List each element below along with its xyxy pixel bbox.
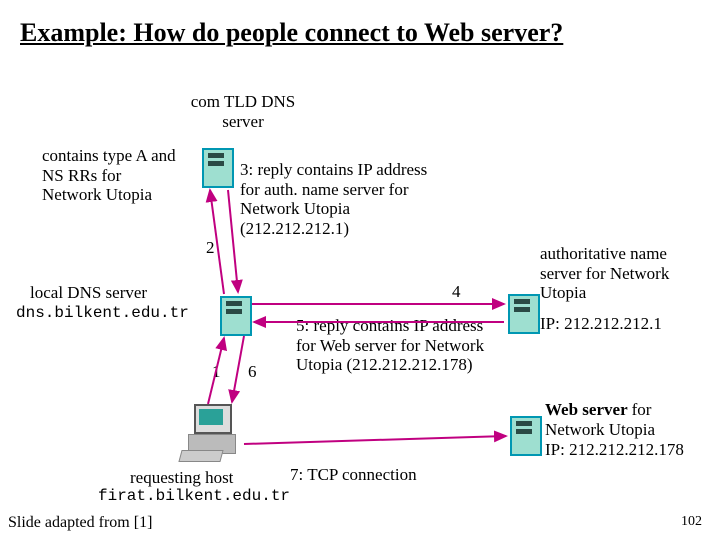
step6-num: 6 [248,362,257,382]
local-dns-icon [220,296,248,332]
step7-num: 7: [290,465,303,484]
req-host-label: requesting host [130,468,233,488]
tld-note: contains type A and NS RRs for Network U… [42,146,182,205]
step5-text: 5: reply contains IP address for Web ser… [296,316,486,375]
step1-num: 1 [212,362,221,382]
slide: { "title": "Example: How do people conne… [0,0,720,540]
local-dns-host: dns.bilkent.edu.tr [16,304,189,322]
local-dns-label: local DNS server [30,283,190,303]
auth-ip: IP: 212.212.212.1 [540,314,662,334]
web-ip: IP: 212.212.212.178 [545,440,684,460]
slide-credit: Slide adapted from [1] [8,514,152,532]
tld-server-icon [202,148,230,184]
step7-text: 7: TCP connection [290,465,417,485]
slide-number: 102 [681,514,702,530]
req-host-name: firat.bilkent.edu.tr [98,487,290,505]
step3-text: 3: reply contains IP address for auth. n… [240,160,450,238]
slide-title: Example: How do people connect to Web se… [20,18,563,48]
step2-num: 2 [206,238,215,258]
tld-label: com TLD DNS server [168,92,318,131]
step4-num: 4 [452,282,461,302]
web-server-icon [510,416,538,452]
auth-label: authoritative name server for Network Ut… [540,244,710,303]
step5-num: 5: [296,316,309,335]
web-label: Web server for Network Utopia [545,400,715,439]
auth-server-icon [508,294,536,330]
client-pc-icon [180,404,240,464]
